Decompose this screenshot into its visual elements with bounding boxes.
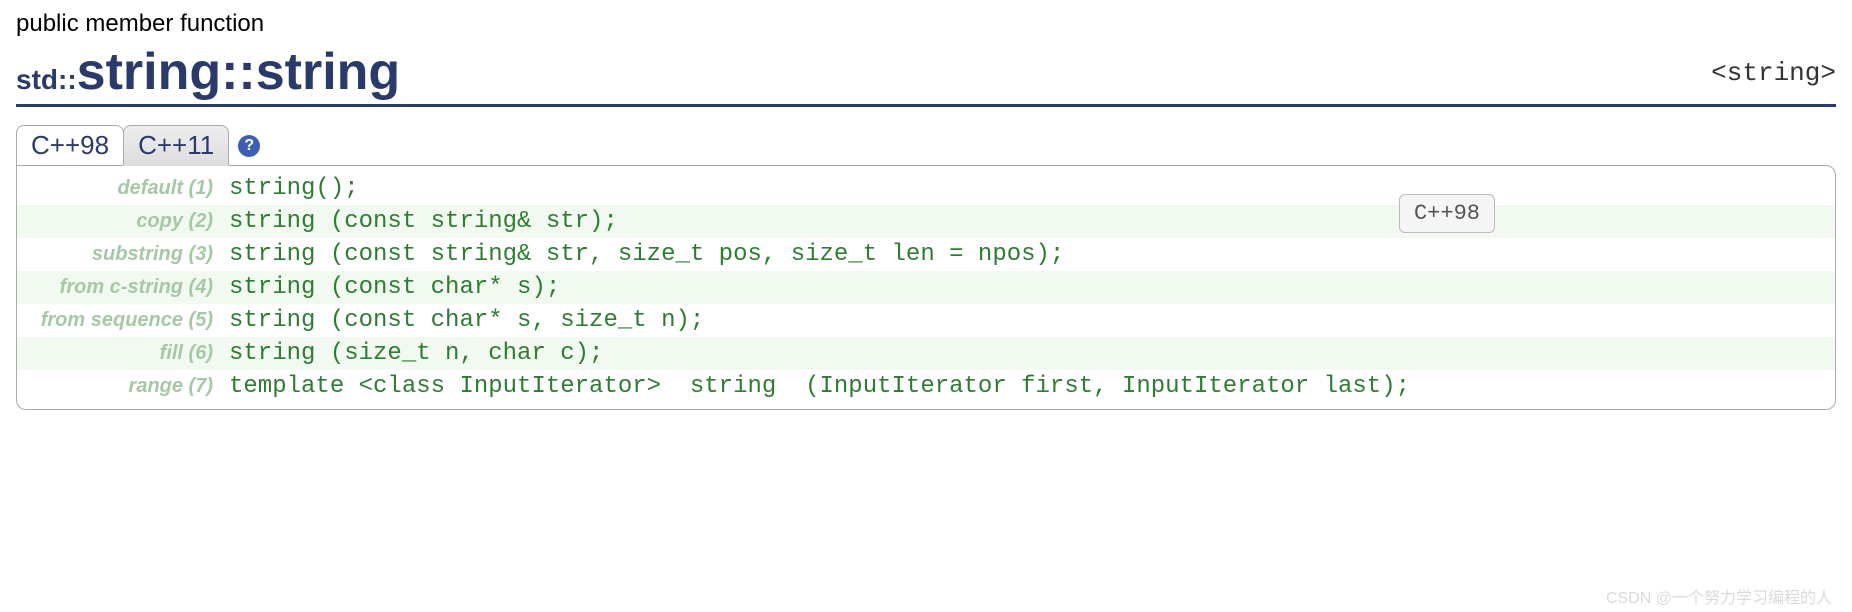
header-include[interactable]: <string> — [1711, 58, 1836, 98]
decl-row-range: range (7) template <class InputIterator>… — [17, 370, 1835, 403]
header-row: std::string::string <string> — [16, 46, 1836, 107]
page-title: std::string::string — [16, 46, 400, 98]
tab-cpp11[interactable]: C++11 — [123, 125, 229, 166]
decl-code: string(); — [229, 175, 359, 202]
decl-row-from-sequence: from sequence (5) string (const char* s,… — [17, 304, 1835, 337]
decl-label: from sequence (5) — [29, 309, 229, 332]
title-class[interactable]: string — [77, 43, 221, 101]
decl-row-substring: substring (3) string (const string& str,… — [17, 238, 1835, 271]
decl-label: copy (2) — [29, 210, 229, 233]
decl-code: string (const string& str, size_t pos, s… — [229, 241, 1064, 268]
help-icon[interactable]: ? — [238, 135, 260, 157]
decl-label: fill (6) — [29, 342, 229, 365]
title-namespace: std:: — [16, 64, 77, 95]
title-sep: :: — [221, 43, 256, 101]
decl-row-from-c-string: from c-string (4) string (const char* s)… — [17, 271, 1835, 304]
decl-code: string (const char* s, size_t n); — [229, 307, 704, 334]
declarations-box: C++98 default (1) string(); copy (2) str… — [16, 165, 1836, 410]
decl-label: from c-string (4) — [29, 276, 229, 299]
decl-code: string (const string& str); — [229, 208, 618, 235]
decl-label: range (7) — [29, 375, 229, 398]
decl-code: template <class InputIterator> string (I… — [229, 373, 1410, 400]
decl-row-fill: fill (6) string (size_t n, char c); — [17, 337, 1835, 370]
decl-label: substring (3) — [29, 243, 229, 266]
decl-code: string (const char* s); — [229, 274, 560, 301]
watermark: CSDN @一个努力学习编程的人 — [1606, 584, 1832, 608]
tab-cpp98[interactable]: C++98 — [16, 125, 124, 166]
page-subtitle: public member function — [16, 10, 1836, 38]
tab-container: C++98 C++11 ? C++98 default (1) string()… — [16, 125, 1836, 410]
title-member: string — [256, 43, 400, 101]
decl-row-default: default (1) string(); — [17, 172, 1835, 205]
tooltip-cpp98: C++98 — [1399, 194, 1495, 233]
decl-code: string (size_t n, char c); — [229, 340, 603, 367]
decl-row-copy: copy (2) string (const string& str); — [17, 205, 1835, 238]
tab-row: C++98 C++11 ? — [16, 125, 1836, 166]
decl-label: default (1) — [29, 177, 229, 200]
